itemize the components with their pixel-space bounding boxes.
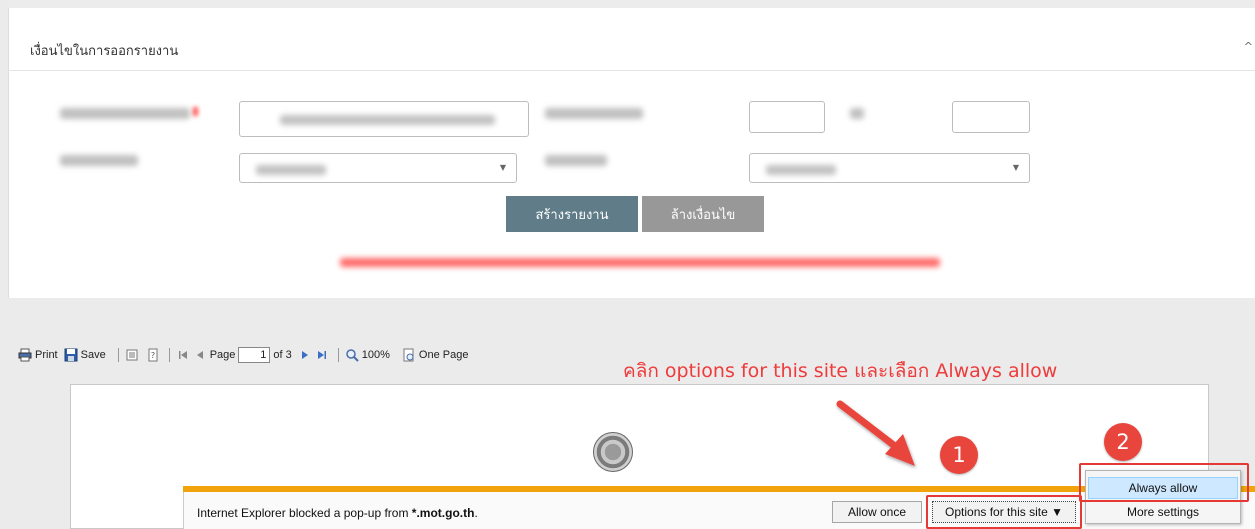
arrow-shaft [836, 400, 904, 454]
pointer-arrow [836, 400, 915, 466]
screen: เงื่อนไขในการออกรายงาน ^ ▼ ▼ สร้างรายงาน… [0, 0, 1255, 529]
